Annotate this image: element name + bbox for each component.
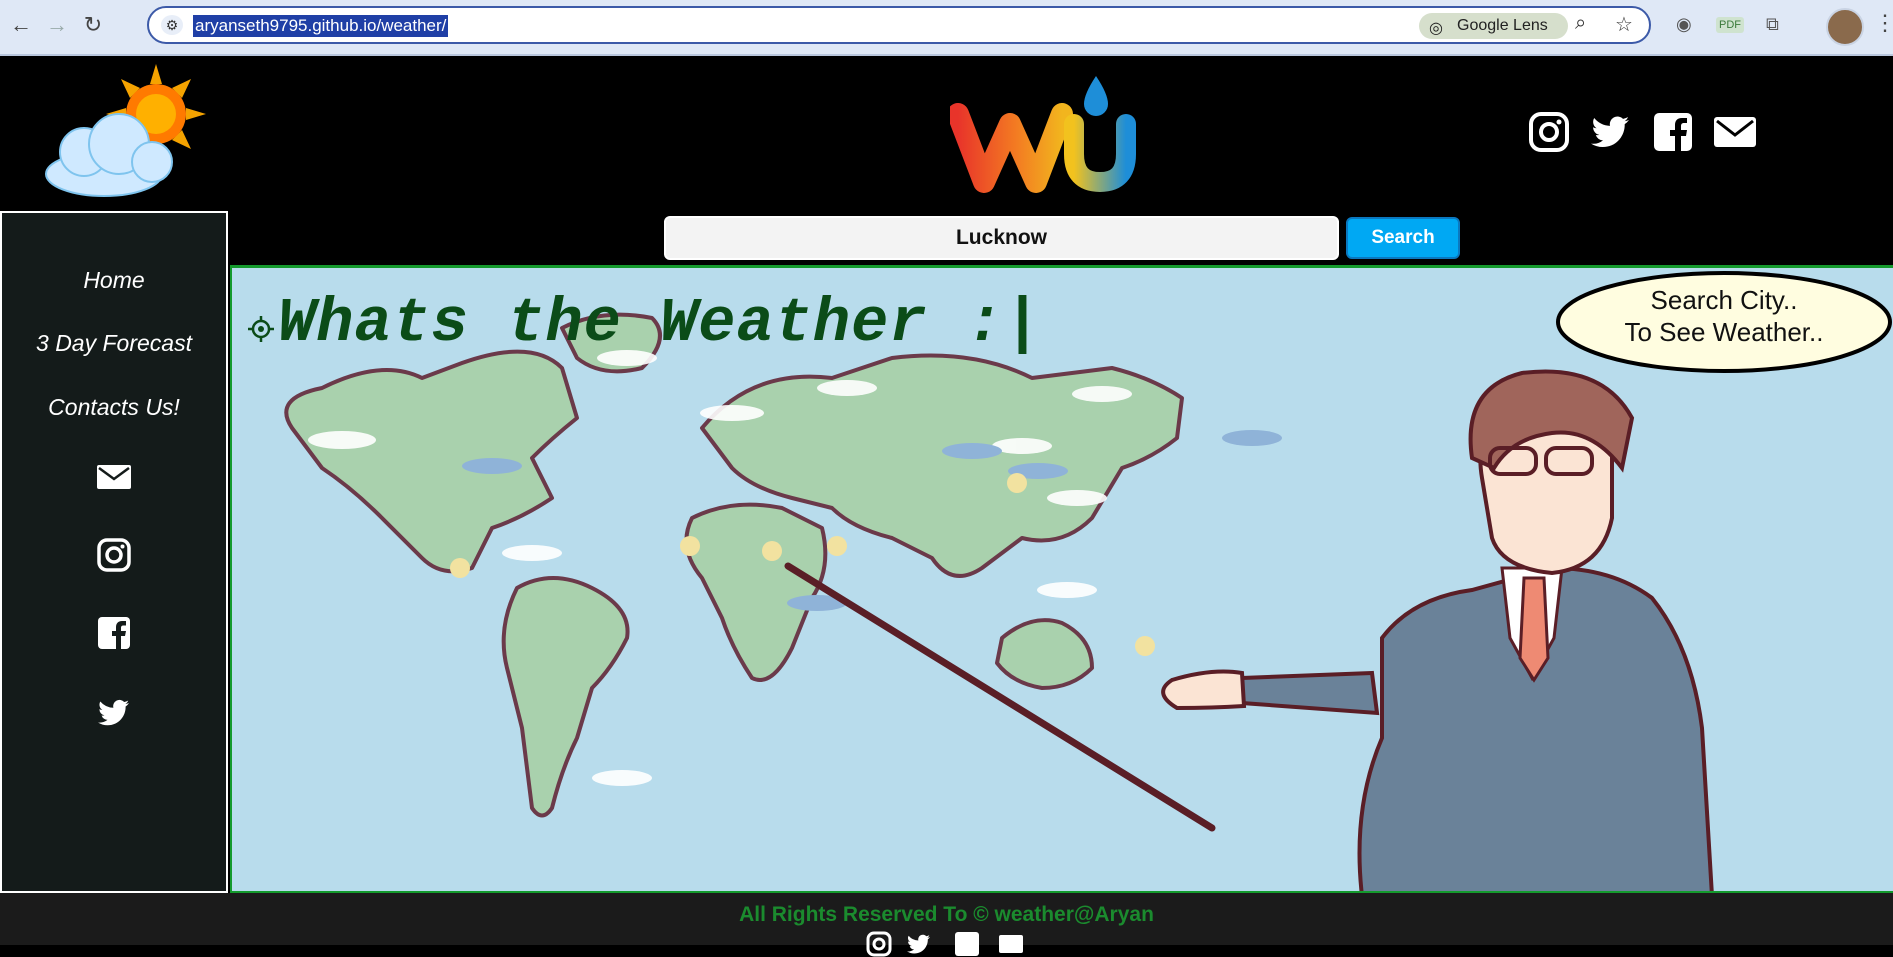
instagram-icon[interactable]	[866, 931, 892, 957]
twitter-icon[interactable]	[96, 695, 132, 731]
sun-cloud-logo	[45, 64, 206, 197]
url-text[interactable]: aryanseth9795.github.io/weather/	[193, 15, 449, 37]
instagram-icon[interactable]	[96, 537, 132, 573]
mail-icon[interactable]	[1713, 110, 1757, 154]
hero-section: Whats the Weather :| Search City.. To Se…	[230, 265, 1893, 893]
browser-toolbar: ← → ↻ ⚙ aryanseth9795.github.io/weather/…	[0, 0, 1893, 56]
zoom-icon[interactable]: ⌕	[1575, 12, 1586, 35]
bubble-line-2: To See Weather..	[1624, 317, 1824, 347]
browser-menu-icon[interactable]: ⋮	[1874, 10, 1893, 36]
mail-icon[interactable]	[998, 931, 1024, 957]
reload-icon[interactable]: ↻	[80, 12, 106, 38]
north-america-shape	[284, 349, 579, 574]
cursor-target-icon	[248, 316, 274, 342]
pdf-extension-icon[interactable]: PDF	[1716, 17, 1744, 33]
search-button[interactable]: Search	[1346, 217, 1460, 259]
facebook-icon[interactable]	[954, 931, 980, 957]
africa-shape	[684, 502, 828, 682]
twitter-icon[interactable]	[1589, 110, 1633, 154]
mail-icon[interactable]	[96, 459, 132, 495]
lens-icon: ◎	[1429, 20, 1443, 37]
sidebar: Home 3 Day Forecast Contacts Us!	[0, 211, 228, 893]
wu-brand-logo	[950, 76, 1136, 193]
extension-icon[interactable]: ◉	[1676, 14, 1692, 35]
speech-bubble: Search City.. To See Weather..	[1555, 270, 1893, 374]
twitter-icon[interactable]	[906, 931, 932, 957]
site-info-icon[interactable]: ⚙	[161, 15, 183, 35]
presenter-figure	[1161, 369, 1714, 891]
google-lens-label: Google Lens	[1457, 17, 1548, 34]
google-lens-button[interactable]: ◎ Google Lens	[1419, 13, 1568, 39]
back-icon[interactable]: ←	[8, 12, 34, 38]
forward-icon[interactable]: →	[44, 12, 70, 38]
footer-copyright: All Rights Reserved To © weather@Aryan	[739, 903, 1154, 926]
city-search-input[interactable]	[664, 216, 1339, 260]
hero-title: Whats the Weather :|	[278, 288, 1043, 359]
nav-home[interactable]: Home	[2, 267, 226, 294]
nav-3-day-forecast[interactable]: 3 Day Forecast	[2, 330, 226, 357]
facebook-icon[interactable]	[1651, 110, 1695, 154]
extensions-puzzle-icon[interactable]: ⧉	[1766, 14, 1779, 35]
bubble-line-1: Search City..	[1650, 285, 1798, 315]
australia-shape	[995, 618, 1094, 690]
address-bar[interactable]: ⚙ aryanseth9795.github.io/weather/ ◎ Goo…	[147, 6, 1651, 44]
nav-contacts[interactable]: Contacts Us!	[2, 394, 226, 421]
facebook-icon[interactable]	[96, 615, 132, 651]
bookmark-star-icon[interactable]: ☆	[1615, 12, 1633, 37]
footer: All Rights Reserved To © weather@Aryan	[0, 893, 1893, 957]
profile-avatar[interactable]	[1826, 8, 1864, 46]
instagram-icon[interactable]	[1527, 110, 1571, 154]
